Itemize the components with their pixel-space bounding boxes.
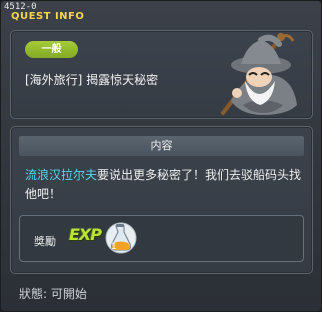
quest-content-panel: 内容 流浪汉拉尔夫要说出更多秘密了！我们去驳船码头找他吧！ 獎勵 EXP 1 bbox=[10, 126, 313, 274]
quest-category-badge: 一般 bbox=[25, 41, 78, 58]
quest-info-window: 4512-0 QUEST INFO 一般 [海外旅行] 揭露惊天秘密 内容 流浪… bbox=[0, 0, 322, 312]
reward-box: 獎勵 EXP 1 bbox=[19, 215, 304, 262]
npc-name-link[interactable]: 流浪汉拉尔夫 bbox=[25, 168, 97, 182]
quest-status: 狀態: 可開始 bbox=[19, 287, 87, 301]
potion-flask-icon[interactable] bbox=[104, 220, 138, 256]
content-header: 内容 bbox=[19, 136, 304, 156]
window-title: QUEST INFO bbox=[11, 11, 85, 22]
quest-description: 流浪汉拉尔夫要说出更多秘密了！我们去驳船码头找他吧！ bbox=[25, 166, 305, 204]
quest-name: [海外旅行] 揭露惊天秘密 bbox=[25, 73, 159, 87]
quest-summary-panel: 一般 [海外旅行] 揭露惊天秘密 bbox=[10, 30, 313, 119]
exp-reward-icon: EXP bbox=[69, 225, 102, 244]
reward-label: 獎勵 bbox=[34, 235, 56, 248]
reward-item-count: 1 bbox=[111, 242, 117, 252]
npc-wanderer-portrait bbox=[221, 33, 297, 115]
